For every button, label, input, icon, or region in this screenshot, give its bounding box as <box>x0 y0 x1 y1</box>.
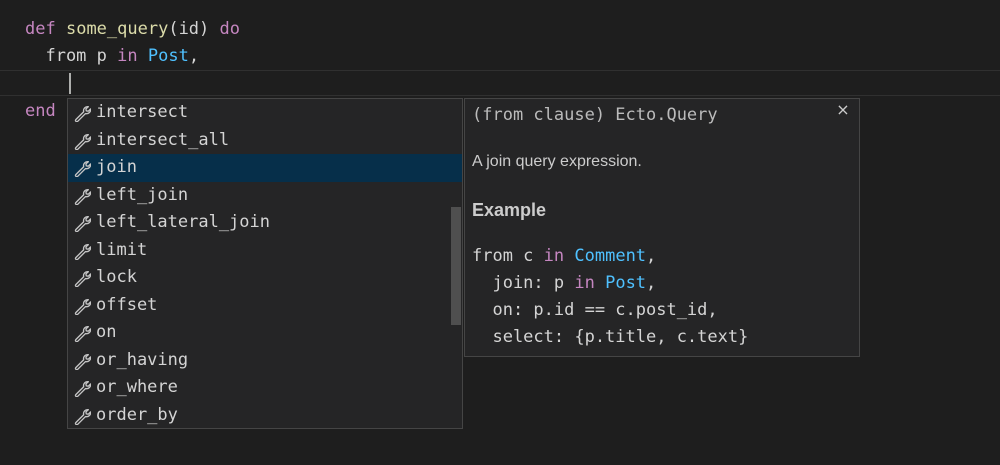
suggestion-item[interactable]: left_lateral_join <box>68 209 462 237</box>
code-token: select: {p.title, c.text} <box>472 327 749 347</box>
code-token: Post <box>605 273 647 293</box>
suggestion-label: offset <box>96 294 158 315</box>
wrench-icon <box>73 187 92 205</box>
suggestion-item[interactable]: or_where <box>68 374 462 402</box>
wrench-icon <box>73 379 92 398</box>
suggestion-item[interactable]: on <box>68 319 462 347</box>
code-token: join: p <box>472 273 575 293</box>
suggestion-label: join <box>96 157 137 177</box>
code-token: , <box>646 246 657 266</box>
code-line-content: def some_query(id) do <box>25 16 240 43</box>
wrench-icon <box>73 407 92 425</box>
code-token: from p <box>25 46 118 66</box>
suggestion-label: or_where <box>96 377 178 397</box>
suggestion-label: lock <box>96 267 137 287</box>
code-token: , <box>646 273 657 293</box>
close-icon[interactable]: × <box>833 99 853 121</box>
docs-header: (from clause) Ecto.Query <box>472 105 718 125</box>
suggestion-item[interactable]: offset <box>68 292 462 320</box>
suggestion-label: intersect_all <box>96 129 230 150</box>
code-line-2[interactable]: from p in Post, <box>0 43 1000 70</box>
wrench-icon <box>73 132 92 150</box>
wrench-icon <box>73 352 92 370</box>
suggestion-list[interactable]: intersect intersect_alljoin left_join left_… <box>67 98 463 429</box>
wrench-icon <box>73 159 92 178</box>
code-line-content: end <box>25 98 56 125</box>
suggestion-scrollbar[interactable] <box>451 207 461 325</box>
wrench-icon <box>73 214 92 233</box>
code-token: in <box>574 273 595 293</box>
code-token: Post <box>147 46 189 66</box>
code-token: , <box>188 46 200 66</box>
docs-description: A join query expression. <box>472 153 642 170</box>
code-token: (id) <box>168 19 220 39</box>
docs-code-line: join: p in Post, <box>472 270 656 297</box>
suggestion-label: left_join <box>96 184 189 205</box>
code-token: from c <box>472 246 544 266</box>
code-token: Comment <box>574 246 647 266</box>
docs-code-line: from c in Comment, <box>472 243 656 270</box>
docs-code-line: select: {p.title, c.text} <box>472 324 748 351</box>
suggestion-item[interactable]: intersect <box>68 99 462 127</box>
code-token: def <box>25 19 56 39</box>
suggestion-label: on <box>96 322 117 342</box>
suggestion-label: intersect <box>96 102 189 122</box>
code-token: some_query <box>65 19 169 39</box>
documentation-panel: (from clause) Ecto.Query × A join query … <box>464 98 860 357</box>
suggestion-item[interactable]: intersect_all <box>68 127 462 155</box>
text-cursor <box>69 73 71 94</box>
code-token: end <box>25 101 56 121</box>
wrench-icon <box>73 269 92 288</box>
code-token: on: p.id == c.post_id, <box>472 300 718 320</box>
wrench-icon <box>73 104 92 123</box>
suggestion-item[interactable]: lock <box>68 264 462 292</box>
code-line-content: from p in Post, <box>25 43 199 70</box>
docs-code-line: on: p.id == c.post_id, <box>472 297 718 324</box>
code-line-1[interactable]: def some_query(id) do <box>0 16 1000 43</box>
suggestion-item[interactable]: or_having <box>68 347 462 375</box>
code-token: in <box>543 246 565 266</box>
wrench-icon <box>73 324 92 343</box>
suggestion-label: limit <box>96 239 148 260</box>
suggestion-item[interactable]: order_by <box>68 402 462 429</box>
suggestion-label: order_by <box>96 404 178 425</box>
code-token: in <box>117 46 138 66</box>
suggestion-item[interactable]: limit <box>68 237 462 265</box>
wrench-icon <box>73 242 92 260</box>
code-token: do <box>219 19 240 39</box>
docs-section-title: Example <box>472 200 547 220</box>
suggestion-label: or_having <box>96 349 189 370</box>
code-line-3[interactable] <box>0 70 1000 97</box>
suggestion-item[interactable]: join <box>68 154 462 182</box>
wrench-icon <box>73 297 92 315</box>
suggestion-label: left_lateral_join <box>96 212 270 232</box>
suggestion-item[interactable]: left_join <box>68 182 462 210</box>
